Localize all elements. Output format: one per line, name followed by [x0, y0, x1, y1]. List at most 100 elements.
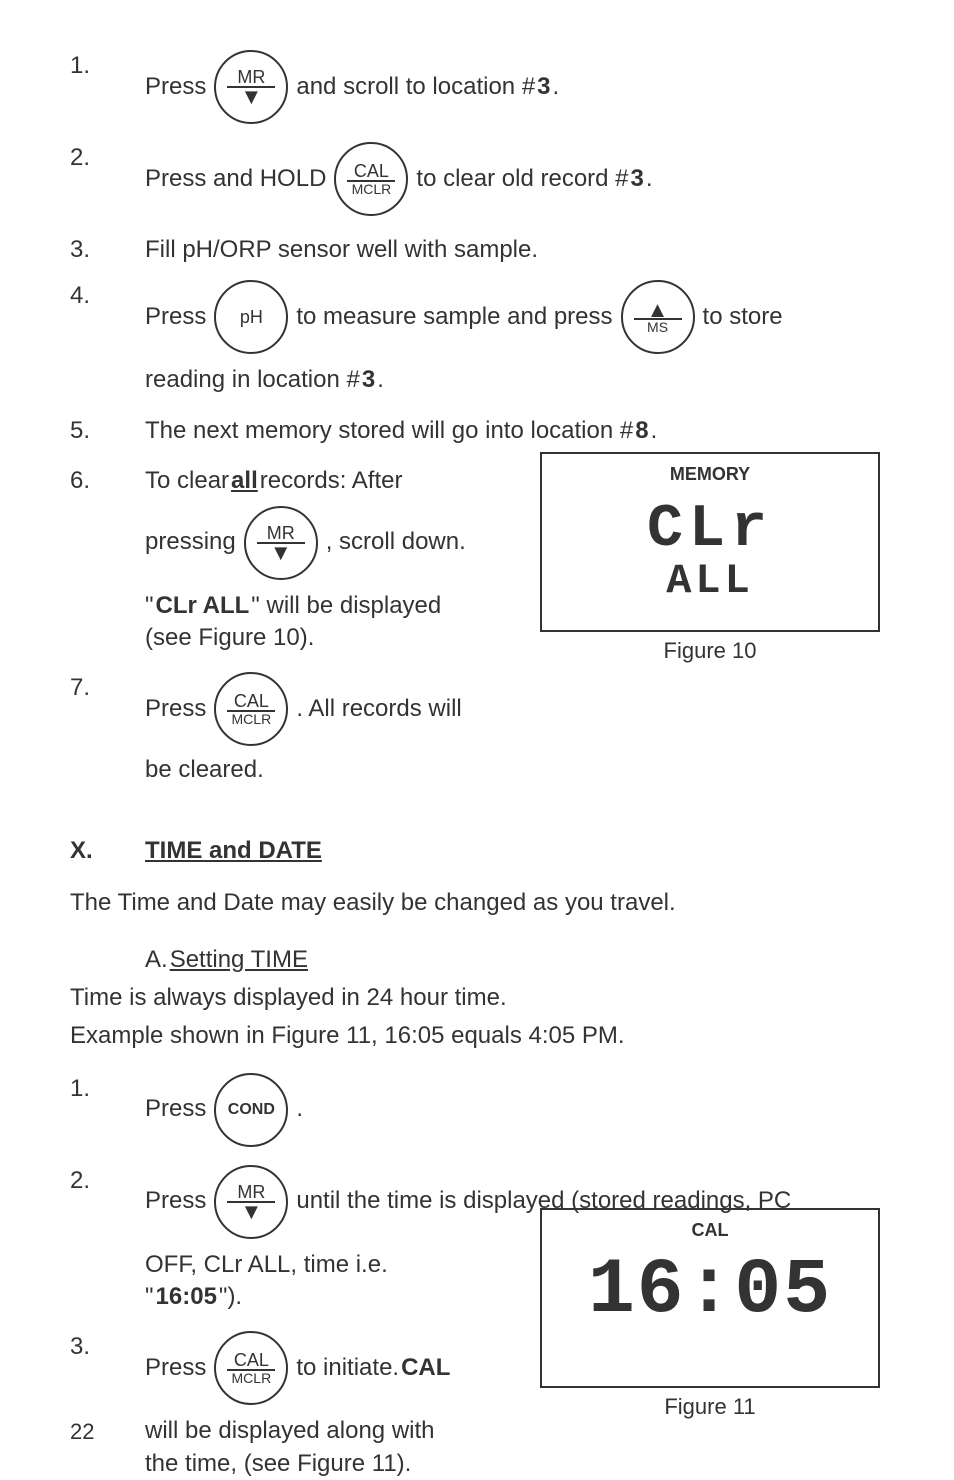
label: MCLR	[232, 1371, 272, 1385]
text-bold: 16:05	[156, 1281, 217, 1313]
line1: To clear all records: After	[145, 465, 402, 497]
down-arrow-icon: ▼	[240, 1203, 262, 1221]
step-2: 2. Press and HOLD CAL MCLR to clear old …	[70, 142, 884, 216]
step-num: 1.	[70, 50, 145, 82]
line2: pressing MR ▼ , scroll down.	[145, 506, 466, 580]
step-num: 3.	[70, 234, 145, 266]
step-body: Press CAL MCLR . All records will be cle…	[145, 672, 535, 786]
section-title: TIME and DATE	[145, 835, 322, 867]
text-bold: 3	[631, 163, 644, 195]
text: . All records will	[296, 693, 461, 725]
sub-heading-a: A. Setting TIME	[145, 944, 884, 976]
text: .	[377, 364, 384, 396]
sub-title: Setting TIME	[170, 944, 308, 976]
section-x-heading: X. TIME and DATE	[70, 835, 884, 867]
figure-11: CAL 16:05 Figure 11	[540, 1208, 880, 1422]
text-bold: CLr ALL	[156, 590, 250, 622]
step-num: 5.	[70, 415, 145, 447]
section-number: X.	[70, 835, 145, 867]
text: .	[296, 1093, 303, 1125]
label: MCLR	[352, 182, 392, 196]
line1: Press CAL MCLR to initiate. CAL	[145, 1331, 450, 1405]
text: The next memory stored will go into loca…	[145, 415, 633, 447]
step-num: 1.	[70, 1073, 145, 1105]
time-p1: Time is always displayed in 24 hour time…	[70, 982, 884, 1014]
step-num: 3.	[70, 1331, 145, 1363]
step-body: Press pH to measure sample and press ▲ M…	[145, 280, 884, 396]
line3: " CLr ALL " will be displayed	[145, 590, 441, 622]
cal-mclr-button-icon: CAL MCLR	[334, 142, 408, 216]
sub-label: A.	[145, 944, 168, 976]
text: to initiate.	[296, 1352, 399, 1384]
panel-label: CAL	[542, 1218, 878, 1242]
mr-down-button-icon: MR ▼	[214, 50, 288, 124]
label: COND	[228, 1102, 275, 1118]
step-5: 5. The next memory stored will go into l…	[70, 415, 884, 447]
step-4: 4. Press pH to measure sample and press …	[70, 280, 884, 396]
seg-big: CLr	[647, 500, 773, 560]
text: reading in location #	[145, 364, 360, 396]
text-bold: 3	[537, 71, 550, 103]
up-arrow-icon: ▲	[647, 301, 669, 319]
text: and scroll to location #	[296, 71, 535, 103]
ph-button-icon: pH	[214, 280, 288, 354]
text: .	[646, 163, 653, 195]
line2: OFF, CLr ALL, time i.e.	[145, 1249, 388, 1281]
mr-down-button-icon: MR ▼	[244, 506, 318, 580]
step-num: 6.	[70, 465, 145, 497]
cal-mclr-button-icon: CAL MCLR	[214, 672, 288, 746]
text-bold: 3	[362, 364, 375, 396]
text: .	[553, 71, 560, 103]
step-body: The next memory stored will go into loca…	[145, 415, 884, 447]
text: to clear old record #	[416, 163, 628, 195]
step-3: 3. Fill pH/ORP sensor well with sample.	[70, 234, 884, 266]
step-body: Press CAL MCLR to initiate. CAL will be …	[145, 1331, 535, 1480]
line2: will be displayed along with	[145, 1415, 435, 1447]
ms-up-button-icon: ▲ MS	[621, 280, 695, 354]
text: Press	[145, 1185, 206, 1217]
line3: the time, (see Figure 11).	[145, 1448, 411, 1480]
step-7: 7. Press CAL MCLR . All records will be …	[70, 672, 884, 786]
down-arrow-icon: ▼	[240, 88, 262, 106]
figure-caption: Figure 10	[540, 636, 880, 666]
text: Press	[145, 1093, 206, 1125]
step-num: 4.	[70, 280, 145, 312]
step-num: 7.	[70, 672, 145, 704]
text: To clear	[145, 465, 229, 497]
text: "	[145, 590, 154, 622]
step-body: Press and HOLD CAL MCLR to clear old rec…	[145, 142, 884, 216]
text-bold: 8	[635, 415, 648, 447]
text-bold: CAL	[401, 1352, 450, 1384]
text: "	[145, 1281, 154, 1313]
line2: be cleared.	[145, 754, 264, 786]
time-p2: Example shown in Figure 11, 16:05 equals…	[70, 1020, 884, 1052]
label: CAL	[354, 162, 389, 180]
step-1: 1. Press MR ▼ and scroll to location # 3…	[70, 50, 884, 124]
panel-label: MEMORY	[542, 462, 878, 486]
text: Press and HOLD	[145, 163, 326, 195]
figure-caption: Figure 11	[540, 1392, 880, 1422]
label: MCLR	[232, 712, 272, 726]
line4: (see Figure 10).	[145, 622, 314, 654]
text: pressing	[145, 526, 236, 558]
label: CAL	[234, 1351, 269, 1369]
text: to store	[703, 301, 783, 333]
step-num: 2.	[70, 1165, 145, 1197]
text: Press	[145, 1352, 206, 1384]
text: .	[651, 415, 658, 447]
text: to measure sample and press	[296, 301, 612, 333]
text: " will be displayed	[251, 590, 441, 622]
text: records: After	[260, 465, 403, 497]
step-body: Press COND .	[145, 1073, 884, 1147]
section-intro: The Time and Date may easily be changed …	[70, 887, 884, 919]
step-body: Press MR ▼ and scroll to location # 3 .	[145, 50, 884, 124]
text: Press	[145, 301, 206, 333]
down-arrow-icon: ▼	[270, 544, 292, 562]
seg-big: 16:05	[542, 1252, 878, 1330]
step-num: 2.	[70, 142, 145, 174]
line2: reading in location # 3 .	[145, 364, 384, 396]
line1: Press CAL MCLR . All records will	[145, 672, 462, 746]
step-body: To clear all records: After pressing MR …	[145, 465, 535, 654]
label: pH	[240, 308, 263, 326]
line3: " 16:05 ").	[145, 1281, 242, 1313]
